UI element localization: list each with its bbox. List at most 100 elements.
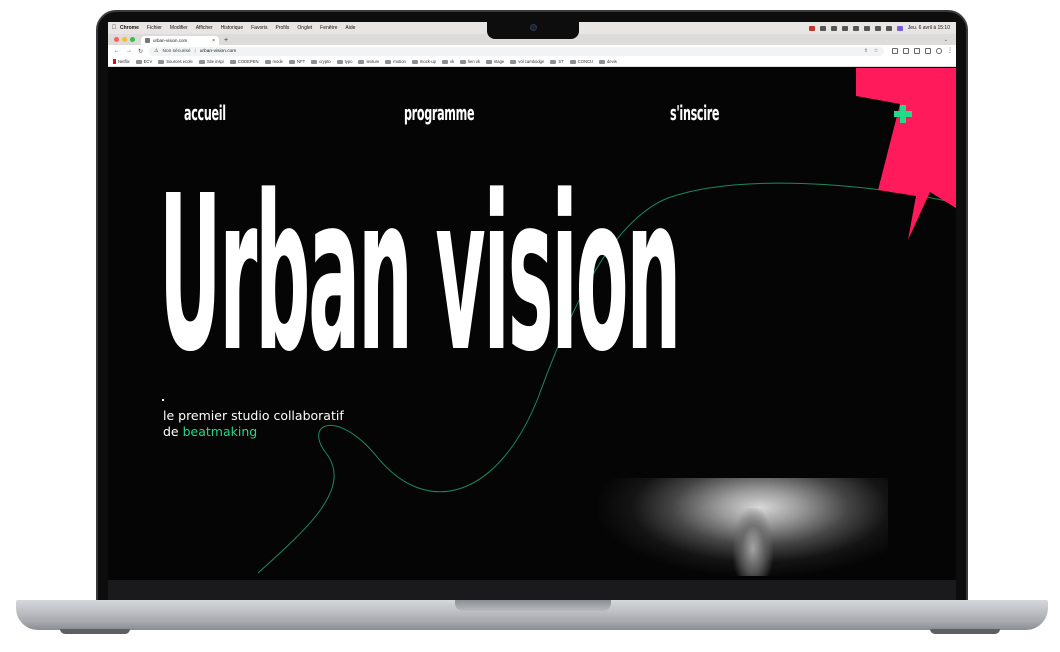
- menubar-clock[interactable]: Jeu. 6 avril à 15:10: [908, 25, 950, 31]
- bookmark-item[interactable]: typo: [336, 59, 353, 64]
- folder-icon: [569, 59, 576, 64]
- folder-icon: [336, 59, 343, 64]
- folder-icon: [411, 59, 418, 64]
- decorative-dot: [162, 399, 164, 401]
- menubar-item[interactable]: Historique: [221, 25, 244, 31]
- bookmark-label: CONCU: [577, 59, 594, 64]
- bookmark-item[interactable]: Site inspi: [198, 59, 224, 64]
- bookmark-item[interactable]: CONCU: [569, 59, 594, 64]
- minimize-window-button[interactable]: [122, 37, 127, 42]
- extension-icon[interactable]: [903, 48, 910, 54]
- back-arrow-icon[interactable]: ←: [114, 48, 120, 55]
- address-bar[interactable]: ⚠ Non sécurisé | urban-vision.com ⇧ ☆: [149, 46, 885, 56]
- folder-icon: [135, 59, 142, 64]
- menubar-item[interactable]: Afficher: [196, 25, 213, 31]
- folder-icon: [486, 59, 492, 64]
- warning-icon[interactable]: ⚠: [154, 48, 158, 54]
- bookmark-item[interactable]: mode: [264, 59, 284, 64]
- bookmark-label: CODEPEN: [237, 59, 259, 64]
- extension-icon[interactable]: [892, 48, 899, 54]
- menubar-app-name[interactable]: Chrome: [120, 25, 139, 31]
- battery-icon[interactable]: [852, 25, 859, 31]
- bookmark-item[interactable]: stage: [486, 59, 504, 64]
- bookmark-label: motion: [393, 59, 406, 64]
- maximize-window-button[interactable]: [130, 37, 135, 42]
- address-bar-actions: ⇧ ☆: [864, 49, 884, 54]
- folder-icon: [599, 59, 606, 64]
- reload-icon[interactable]: ↻: [138, 48, 143, 55]
- siri-icon[interactable]: [896, 25, 903, 31]
- control-center-icon[interactable]: [885, 25, 892, 31]
- folder-icon: [198, 59, 205, 64]
- bookmark-item[interactable]: vol cambodge: [510, 59, 544, 64]
- hero-video-preview[interactable]: [583, 478, 888, 576]
- url-text[interactable]: urban-vision.com: [200, 49, 237, 54]
- plus-icon[interactable]: [894, 105, 912, 123]
- menubar-item[interactable]: Favoris: [251, 25, 267, 31]
- bookmark-label: vol cambodge: [518, 59, 545, 64]
- bookmark-item[interactable]: ECV: [135, 59, 152, 64]
- hero-subtitle: le premier studio collaboratif de beatma…: [163, 408, 344, 440]
- puzzle-icon[interactable]: [914, 48, 921, 54]
- apple-logo-icon[interactable]: : [108, 25, 120, 31]
- laptop-screen:  Chrome Fichier Modifier Afficher Histo…: [108, 22, 956, 600]
- bookmark-item[interactable]: texture: [358, 59, 379, 64]
- kebab-menu-icon[interactable]: ⋮: [947, 48, 953, 54]
- bookmark-label: typo: [344, 59, 353, 64]
- navigation-buttons: ← → ↻: [108, 48, 149, 55]
- laptop-foot-left: [60, 629, 130, 634]
- close-tab-icon[interactable]: ×: [212, 38, 215, 44]
- bookmark-item[interactable]: Netflix: [113, 59, 130, 64]
- menubar-item[interactable]: Profils: [276, 25, 290, 31]
- profile-avatar-icon[interactable]: [936, 48, 943, 54]
- bookmark-item[interactable]: lien vk: [460, 59, 480, 64]
- nav-link-home[interactable]: accueil: [184, 101, 226, 125]
- status-app-icon[interactable]: [841, 25, 848, 31]
- bookmark-item[interactable]: vk: [441, 59, 454, 64]
- subtitle-accent: beatmaking: [182, 424, 258, 439]
- menubar-item[interactable]: Modifier: [170, 25, 188, 31]
- menubar-item[interactable]: Fichier: [147, 25, 162, 31]
- bookmarks-bar: Netflix ECV Sources ecole Site inspi COD…: [108, 57, 956, 67]
- bookmark-label: stage: [494, 59, 505, 64]
- search-icon[interactable]: [874, 25, 881, 31]
- new-tab-button[interactable]: +: [224, 36, 228, 45]
- nav-link-signup[interactable]: s'inscire: [670, 101, 719, 125]
- bookmark-item[interactable]: crypto: [311, 59, 331, 64]
- browser-tab-active[interactable]: urban-vision.com ×: [141, 36, 219, 45]
- bookmark-label: texture: [366, 59, 380, 64]
- menubar-item[interactable]: Fenêtre: [320, 25, 337, 31]
- bookmark-label: mode: [272, 59, 284, 64]
- folder-icon: [460, 59, 467, 64]
- bookmark-star-icon[interactable]: ☆: [874, 49, 878, 54]
- laptop-foot-right: [930, 629, 1000, 634]
- bookmark-label: crypto: [319, 59, 331, 64]
- bookmark-item[interactable]: mock-up: [411, 59, 436, 64]
- folder-icon: [550, 59, 557, 64]
- nav-link-program[interactable]: programme: [404, 101, 475, 125]
- bookmark-label: devis: [607, 59, 617, 64]
- bookmark-item[interactable]: devis: [599, 59, 617, 64]
- tab-search-chevron-icon[interactable]: ⌄: [944, 36, 948, 45]
- menubar-item[interactable]: Onglet: [297, 25, 312, 31]
- favicon-icon: [145, 38, 150, 43]
- folder-icon: [264, 59, 271, 64]
- bookmark-item[interactable]: NFT: [289, 59, 305, 64]
- video-smoke-visual: [733, 508, 773, 576]
- sidebar-icon[interactable]: [925, 48, 932, 54]
- url-separator: |: [194, 48, 196, 54]
- status-app-icon[interactable]: [819, 25, 826, 31]
- forward-arrow-icon[interactable]: →: [126, 48, 132, 55]
- bookmark-item[interactable]: motion: [385, 59, 406, 64]
- bookmark-item[interactable]: CODEPEN: [229, 59, 259, 64]
- status-app-icon[interactable]: [808, 25, 815, 31]
- share-icon[interactable]: ⇧: [864, 49, 868, 54]
- status-app-icon[interactable]: [830, 25, 837, 31]
- bookmark-item[interactable]: Sources ecole: [158, 59, 193, 64]
- folder-icon: [441, 59, 448, 64]
- wifi-icon[interactable]: [863, 25, 870, 31]
- menubar-item[interactable]: Aide: [345, 25, 355, 31]
- close-window-button[interactable]: [114, 37, 119, 42]
- bookmark-label: mock-up: [419, 59, 436, 64]
- bookmark-item[interactable]: ST: [550, 59, 564, 64]
